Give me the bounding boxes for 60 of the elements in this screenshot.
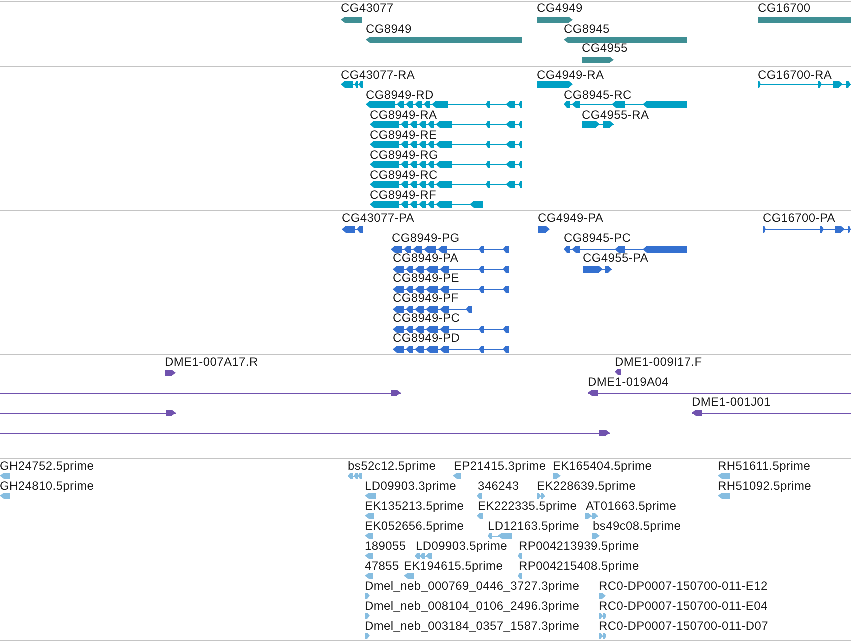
feature-label: GH24810.5prime bbox=[0, 479, 94, 493]
feature-label: EP21415.3prime bbox=[454, 459, 546, 473]
feature-label: RP004215408.5prime bbox=[519, 559, 640, 573]
feature-label: CG4955-RA bbox=[582, 108, 650, 122]
feature-label: CG8945 bbox=[564, 22, 610, 36]
feature-label: DME1-001J01 bbox=[692, 395, 771, 409]
feature-label: CG8945-PC bbox=[564, 231, 632, 245]
feature-label: 189055 bbox=[365, 539, 406, 553]
feature-label: CG4949-RA bbox=[537, 68, 604, 82]
feature-label: EK052656.5prime bbox=[365, 519, 464, 533]
feature-label: CG16700 bbox=[758, 2, 811, 15]
feature-label: GH24752.5prime bbox=[0, 459, 94, 473]
feature-label: AT01663.5prime bbox=[586, 499, 677, 513]
feature-label: DME1-009I17.F bbox=[615, 355, 702, 369]
feature-label: bs52c12.5prime bbox=[348, 459, 436, 473]
feature-label: DME1-007A17.R bbox=[165, 355, 258, 369]
feature-label: RC0-DP0007-150700-011-E04 bbox=[599, 599, 768, 613]
feature-label: EK165404.5prime bbox=[553, 459, 652, 473]
feature-label: CG43077-RA bbox=[341, 68, 416, 82]
feature-label: LD09903.3prime bbox=[365, 479, 457, 493]
feature-label: CG8949-PE bbox=[393, 271, 460, 285]
feature-label: RH51092.5prime bbox=[718, 479, 812, 493]
feature-label: CG8949-PC bbox=[393, 311, 460, 325]
feature-label: CG8949-RG bbox=[370, 148, 438, 162]
feature-label: CG16700-PA bbox=[763, 211, 836, 225]
feature-label: CG8949-RD bbox=[366, 88, 434, 102]
feature-label: CG43077-PA bbox=[342, 211, 414, 225]
feature-label: 346243 bbox=[478, 479, 520, 493]
feature-label: CG8949-PF bbox=[393, 291, 459, 305]
feature-label: RP004213939.5prime bbox=[519, 539, 640, 553]
feature-label: Dmel_neb_003184_0357_1587.3prime bbox=[365, 619, 580, 633]
feature-label: EK228639.5prime bbox=[537, 479, 636, 493]
feature-label: CG8949-RE bbox=[370, 128, 438, 142]
feature-label: CG8949 bbox=[366, 22, 412, 36]
feature-label: RC0-DP0007-150700-011-D07 bbox=[599, 619, 769, 633]
feature-label: DME1-019A04 bbox=[588, 375, 669, 389]
feature-label: CG8949-RC bbox=[370, 168, 438, 182]
feature-label: CG8949-PG bbox=[392, 231, 460, 245]
feature-label: CG16700-RA bbox=[758, 68, 832, 82]
feature-label: RH51611.5prime bbox=[718, 459, 811, 473]
feature-label: CG8949-RA bbox=[370, 108, 438, 122]
feature-label: LD09903.5prime bbox=[416, 539, 508, 553]
feature-label: RC0-DP0007-150700-011-E12 bbox=[599, 579, 768, 593]
feature-label: CG4949-PA bbox=[538, 211, 604, 225]
feature-label: CG4955 bbox=[582, 41, 628, 55]
feature-label: EK194615.5prime bbox=[404, 559, 504, 573]
feature-label: CG8949-RF bbox=[370, 188, 436, 202]
feature-label: EK135213.5prime bbox=[365, 499, 464, 513]
feature-label: CG8949-PD bbox=[393, 331, 460, 345]
feature-label: CG8949-PA bbox=[393, 251, 459, 265]
feature-label: CG4949 bbox=[537, 2, 583, 15]
feature-label: EK222335.5prime bbox=[478, 499, 578, 513]
feature-label: 47855 bbox=[365, 559, 400, 573]
feature-label: Dmel_neb_008104_0106_2496.3prime bbox=[365, 599, 580, 613]
feature-label: bs49c08.5prime bbox=[593, 519, 682, 533]
feature-label: CG8945-RC bbox=[564, 88, 632, 102]
feature-label: Dmel_neb_000769_0446_3727.3prime bbox=[365, 579, 580, 593]
feature-label: LD12163.5prime bbox=[488, 519, 580, 533]
feature-label: CG43077 bbox=[341, 2, 394, 15]
feature-label: CG4955-PA bbox=[583, 251, 649, 265]
